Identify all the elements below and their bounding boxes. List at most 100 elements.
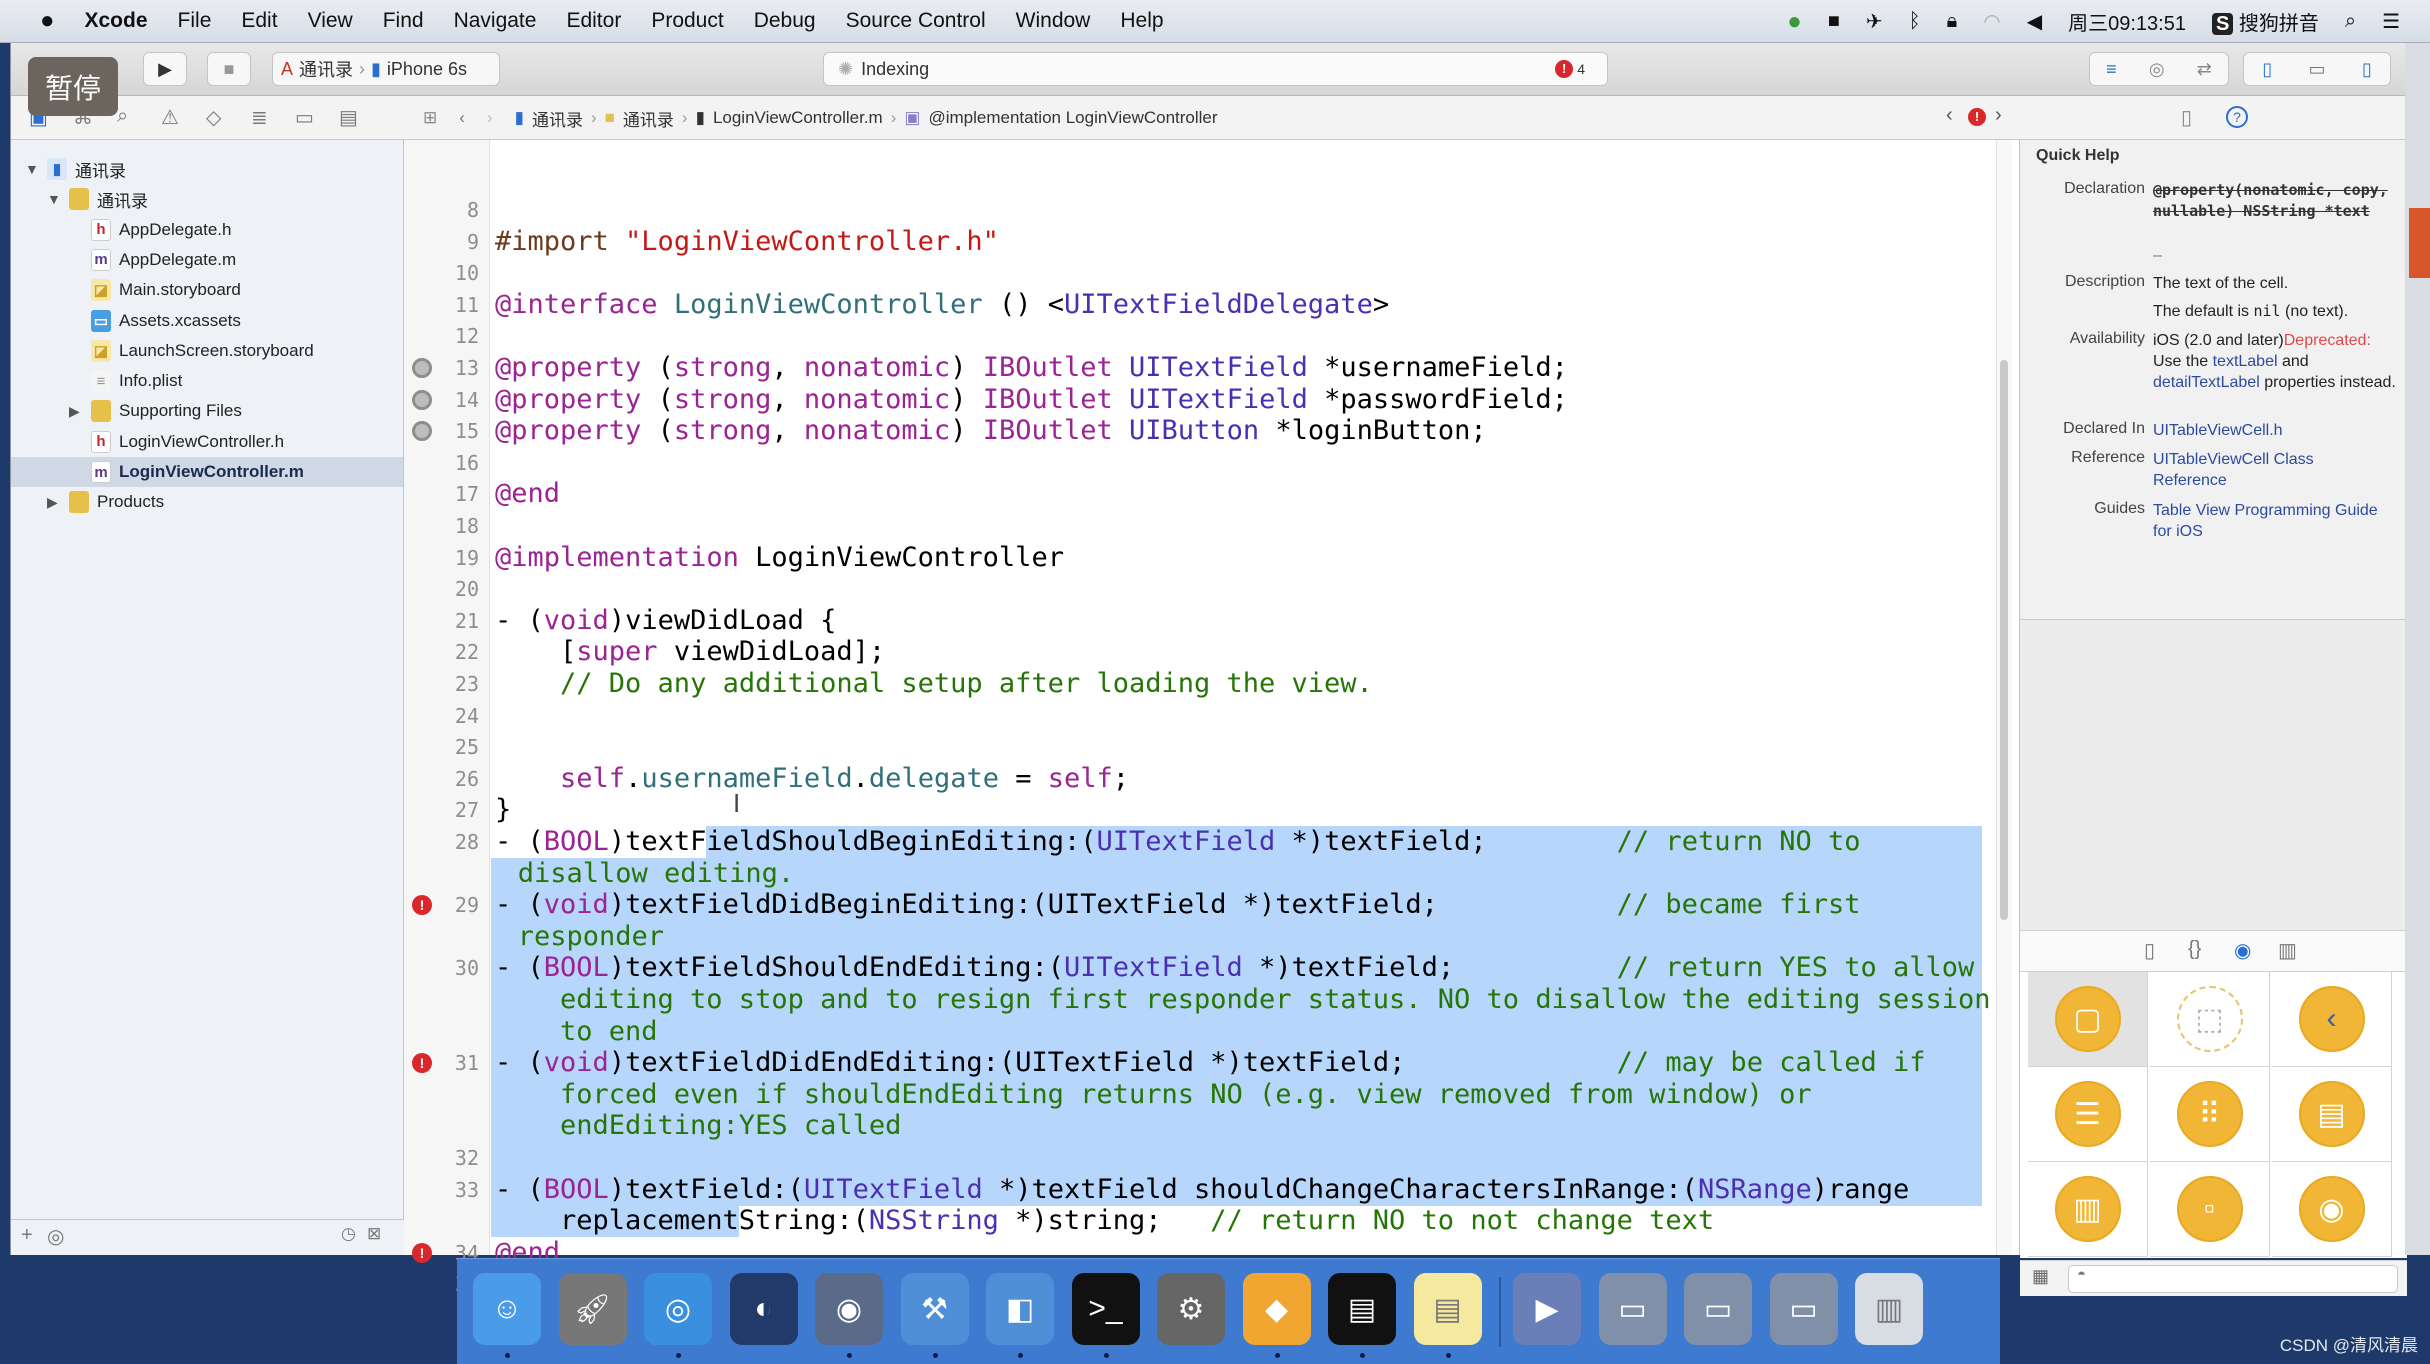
dock-notes-icon[interactable]: ▤: [1413, 1273, 1482, 1345]
test-navigator-icon[interactable]: ◇: [206, 105, 221, 130]
issue-error-icon[interactable]: !: [1968, 108, 1986, 126]
disclosure-collapsed-icon[interactable]: ▶: [47, 494, 69, 511]
standard-editor-icon[interactable]: ≡: [2106, 59, 2117, 80]
declared-in-link[interactable]: UITableViewCell.h: [2153, 422, 2283, 439]
disclosure-collapsed-icon[interactable]: ▶: [69, 403, 91, 420]
dock-display-icon[interactable]: ▭: [1598, 1273, 1667, 1345]
jump-file[interactable]: LoginViewController.m: [713, 108, 883, 128]
filter-icon[interactable]: ◎: [47, 1224, 64, 1249]
code-snippet-icon[interactable]: {}: [2188, 938, 2201, 961]
source-editor[interactable]: 8 9 10 11 12 13 14 15 16 17 18 19 20 21 22 23 24 25 26 27 28…: [404, 140, 2019, 1296]
spotlight-icon[interactable]: ⌕: [2345, 10, 2356, 33]
menu-view[interactable]: View: [308, 9, 353, 33]
file-template-icon[interactable]: ▯: [2144, 938, 2155, 963]
jump-group[interactable]: 通讯录: [623, 106, 674, 131]
navigator-item[interactable]: ◪ LaunchScreen.storyboard: [11, 336, 403, 366]
menu-debug[interactable]: Debug: [754, 9, 816, 33]
object-library-icon[interactable]: ◉: [2234, 938, 2251, 963]
dock-console-icon[interactable]: ▤: [1328, 1273, 1396, 1345]
dock-display-icon[interactable]: ▭: [1684, 1273, 1752, 1345]
assistant-editor-icon[interactable]: ◎: [2149, 59, 2165, 80]
file-inspector-icon[interactable]: ▯: [2181, 105, 2192, 130]
guides-link[interactable]: Table View Programming Guide for iOS: [2153, 502, 2378, 540]
navigator-item[interactable]: m AppDelegate.m: [11, 245, 403, 275]
menu-help[interactable]: Help: [1120, 9, 1163, 33]
screen-record-icon[interactable]: ■: [1828, 10, 1840, 33]
error-marker-icon[interactable]: !: [412, 1242, 432, 1263]
menu-navigate[interactable]: Navigate: [454, 9, 537, 33]
navigator-item[interactable]: ▼ ▮ 通讯录: [11, 154, 403, 184]
menu-editor[interactable]: Editor: [566, 9, 621, 33]
clock[interactable]: 周三09:13:51: [2068, 7, 2186, 36]
navigator-item[interactable]: ▶ Supporting Files: [11, 396, 403, 426]
library-object-collection-view-controller[interactable]: ⠿: [2150, 1067, 2270, 1162]
menu-file[interactable]: File: [178, 9, 212, 33]
bluetooth-icon[interactable]: ᛒ: [1909, 10, 1921, 33]
scheme-selector[interactable]: A 通讯录 › ▮ iPhone 6s: [272, 52, 500, 86]
dock-xcode-icon[interactable]: ⚒: [900, 1273, 969, 1345]
library-object-page-view-controller[interactable]: ▫: [2150, 1162, 2270, 1257]
editor-scrollbar[interactable]: [1996, 140, 2012, 1255]
library-object-storyboard-reference[interactable]: ⬚: [2150, 972, 2270, 1067]
notification-center-icon[interactable]: ☰: [2382, 9, 2400, 34]
pause-overlay[interactable]: 暂停: [28, 57, 118, 116]
reference-link[interactable]: UITableViewCell Class Reference: [2153, 451, 2314, 489]
related-items-icon[interactable]: ⊞: [423, 108, 437, 128]
run-button[interactable]: ▶: [143, 52, 187, 86]
disclosure-expanded-icon[interactable]: ▼: [25, 161, 47, 177]
app-status-icon[interactable]: ●: [1787, 8, 1802, 36]
disclosure-expanded-icon[interactable]: ▼: [47, 191, 69, 207]
navigator-item[interactable]: ▶ Products: [11, 487, 403, 517]
dock-display-icon[interactable]: ▭: [1769, 1273, 1838, 1345]
dock-trash-icon[interactable]: ▥: [1855, 1273, 1923, 1345]
next-issue-button[interactable]: ›: [1995, 104, 2002, 127]
dock-photo-booth-icon[interactable]: ◉: [815, 1273, 883, 1345]
toggle-utilities-icon[interactable]: ▯: [2362, 59, 2372, 80]
airplane-icon[interactable]: ✈: [1866, 9, 1883, 34]
report-navigator-icon[interactable]: ▤: [339, 105, 358, 130]
library-object-split-view-controller[interactable]: ▥: [2028, 1162, 2148, 1257]
breakpoint-navigator-icon[interactable]: ▭: [295, 105, 314, 130]
dock-safari-icon[interactable]: ◎: [644, 1273, 712, 1345]
textlabel-link[interactable]: textLabel: [2213, 353, 2278, 370]
dock-terminal-icon[interactable]: >_: [1071, 1273, 1140, 1345]
debug-navigator-icon[interactable]: ≣: [251, 105, 268, 130]
toggle-debug-area-icon[interactable]: ▭: [2308, 59, 2325, 80]
navigator-item[interactable]: ◪ Main.storyboard: [11, 275, 403, 305]
outlet-connection-icon[interactable]: [412, 358, 432, 378]
menu-source-control[interactable]: Source Control: [846, 9, 986, 33]
dock-launchpad-icon[interactable]: 🚀︎: [558, 1273, 627, 1345]
jump-symbol[interactable]: @implementation LoginViewController: [928, 108, 1217, 128]
dock-sketch-icon[interactable]: ◆: [1242, 1273, 1311, 1345]
scrollbar-thumb[interactable]: [2000, 360, 2008, 920]
library-filter-input[interactable]: ◓: [2068, 1265, 2398, 1293]
stop-button[interactable]: ■: [207, 52, 251, 86]
dock-mouse-icon[interactable]: ◐: [729, 1273, 798, 1345]
media-library-icon[interactable]: ▥: [2278, 938, 2297, 963]
lock-icon[interactable]: 🔒︎: [1947, 10, 1958, 33]
error-badge[interactable]: ! 4: [1555, 60, 1585, 78]
grid-view-icon[interactable]: ▦: [2032, 1266, 2049, 1287]
library-object-glkit-view-controller[interactable]: ◉: [2272, 1162, 2392, 1257]
add-icon[interactable]: +: [21, 1224, 33, 1247]
detailtextlabel-link[interactable]: detailTextLabel: [2153, 374, 2260, 391]
library-object-view-controller[interactable]: ▢: [2028, 972, 2148, 1067]
navigator-item[interactable]: ≡ Info.plist: [11, 366, 403, 396]
navigator-item[interactable]: m LoginViewController.m: [11, 457, 403, 487]
back-button[interactable]: ‹: [459, 108, 465, 128]
forward-button[interactable]: ›: [487, 108, 493, 128]
input-method[interactable]: S 搜狗拼音: [2211, 7, 2319, 36]
apple-menu-icon[interactable]: ●: [40, 7, 55, 35]
version-editor-icon[interactable]: ⇄: [2197, 59, 2212, 80]
toggle-navigator-icon[interactable]: ▯: [2262, 59, 2272, 80]
navigator-item[interactable]: h AppDelegate.h: [11, 215, 403, 245]
library-object-table-view-controller[interactable]: ☰: [2028, 1067, 2148, 1162]
library-object-navigation-controller[interactable]: ‹: [2272, 972, 2392, 1067]
dock-instruments-icon[interactable]: ◧: [986, 1273, 1054, 1345]
volume-icon[interactable]: ◀: [2027, 9, 2042, 34]
dock-quicktime-player-icon[interactable]: ▶: [1513, 1273, 1581, 1345]
recent-files-icon[interactable]: ◷: [341, 1224, 356, 1244]
menu-window[interactable]: Window: [1016, 9, 1091, 33]
navigator-item[interactable]: ▼ 通讯录: [11, 184, 403, 214]
find-navigator-icon[interactable]: ⌕: [117, 105, 128, 128]
